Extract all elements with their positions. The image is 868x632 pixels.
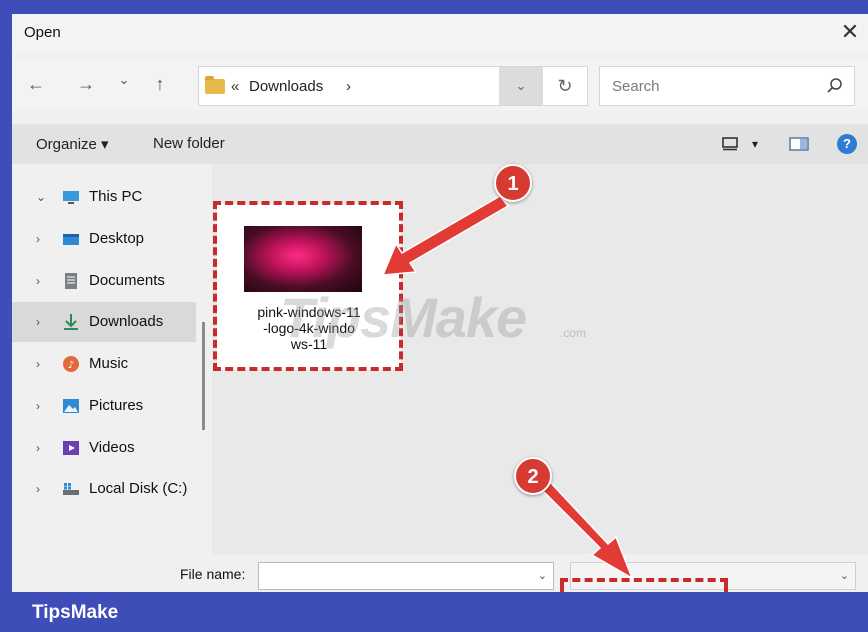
chevron-right-icon[interactable]: ›: [36, 357, 40, 371]
disk-icon: [63, 483, 79, 495]
watermark: TipsMake: [280, 286, 527, 349]
breadcrumb-downloads[interactable]: Downloads: [249, 78, 323, 95]
forward-arrow-icon[interactable]: →: [74, 74, 98, 95]
chevron-right-icon[interactable]: ›: [36, 399, 40, 413]
organize-button[interactable]: Organize ▾: [36, 135, 109, 153]
svg-text:♪: ♪: [68, 360, 74, 371]
documents-icon: [65, 273, 77, 289]
sidebar-item-label: Desktop: [89, 230, 145, 247]
music-icon: ♪: [63, 356, 79, 372]
sidebar-item-this-pc[interactable]: ⌄ This PC: [12, 177, 196, 217]
search-box[interactable]: Search: [599, 66, 855, 106]
sidebar-item-local-disk[interactable]: › Local Disk (C:): [12, 469, 196, 509]
view-dropdown-icon[interactable]: ▾: [752, 137, 758, 151]
command-toolbar: Organize ▾ New folder ▾ ?: [12, 124, 868, 164]
new-folder-button[interactable]: New folder: [153, 135, 225, 152]
chevron-right-icon[interactable]: ›: [36, 315, 40, 329]
navigation-scrollbar[interactable]: [202, 322, 205, 430]
sidebar-item-label: Music: [89, 355, 129, 372]
sidebar-item-pictures[interactable]: › Pictures: [12, 386, 196, 426]
back-arrow-icon[interactable]: ←: [24, 74, 48, 95]
brand-banner: TipsMake: [0, 592, 868, 632]
chevron-down-icon[interactable]: ⌄: [840, 569, 849, 582]
highlight-box-open-button: [560, 578, 728, 592]
file-name-field[interactable]: ⌄: [258, 562, 554, 590]
view-mode-icon[interactable]: [722, 137, 738, 151]
chevron-right-icon[interactable]: ›: [36, 274, 40, 288]
search-icon[interactable]: [826, 77, 844, 95]
sidebar-item-label: Documents: [89, 272, 165, 289]
title-bar: Open ✕: [12, 14, 868, 52]
pictures-icon: [63, 399, 79, 413]
file-name-row: File name: ⌄ ⌄: [12, 554, 868, 592]
refresh-icon[interactable]: ↻: [543, 67, 587, 105]
chevron-right-icon[interactable]: ›: [36, 441, 40, 455]
folder-icon: [205, 76, 225, 94]
chevron-right-icon[interactable]: ›: [36, 482, 40, 496]
step-badge-1: 1: [494, 164, 532, 202]
address-bar[interactable]: « Downloads › ⌄ ↻: [198, 66, 588, 106]
chevron-right-icon[interactable]: ›: [36, 232, 40, 246]
downloads-icon: [64, 314, 78, 330]
file-name-label: File name:: [180, 566, 246, 582]
brand-name: TipsMake: [32, 602, 119, 623]
watermark-suffix: .com: [560, 326, 587, 340]
sidebar-item-label: Videos: [89, 439, 135, 456]
screenshot-frame: Open ✕ ← → ⌄ ↑ « Downloads › ⌄ ↻ Search: [0, 0, 868, 632]
sidebar-item-documents[interactable]: › Documents: [12, 261, 196, 301]
sidebar-item-label: This PC: [89, 188, 143, 205]
desktop-icon: [63, 234, 79, 245]
search-input[interactable]: Search: [612, 78, 660, 95]
navigation-pane: ⌄ This PC › Desktop › Documents › Downlo…: [12, 164, 205, 554]
step-badge-2: 2: [514, 457, 552, 495]
pc-icon: [63, 191, 79, 204]
sidebar-item-desktop[interactable]: › Desktop: [12, 219, 196, 259]
navigation-row: ← → ⌄ ↑ « Downloads › ⌄ ↻ Search: [12, 58, 868, 110]
breadcrumb-overflow[interactable]: «: [231, 78, 239, 95]
sidebar-item-downloads[interactable]: › Downloads: [12, 302, 196, 342]
sidebar-item-music[interactable]: › ♪ Music: [12, 344, 196, 384]
close-icon[interactable]: ✕: [836, 18, 864, 46]
window-title: Open: [24, 24, 61, 41]
sidebar-item-label: Local Disk (C:): [89, 480, 188, 497]
videos-icon: [63, 441, 79, 455]
sidebar-item-label: Pictures: [89, 397, 144, 414]
chevron-down-icon[interactable]: ⌄: [36, 190, 46, 204]
up-arrow-icon[interactable]: ↑: [148, 74, 172, 95]
recent-locations-icon[interactable]: ⌄: [112, 72, 136, 88]
preview-pane-icon[interactable]: [789, 137, 809, 151]
sidebar-item-label: Downloads: [89, 313, 164, 330]
address-dropdown-button[interactable]: ⌄: [499, 67, 543, 105]
breadcrumb-chevron-icon[interactable]: ›: [346, 78, 351, 95]
help-icon[interactable]: ?: [837, 134, 857, 154]
sidebar-item-videos[interactable]: › Videos: [12, 428, 196, 468]
chevron-down-icon[interactable]: ⌄: [538, 569, 547, 582]
